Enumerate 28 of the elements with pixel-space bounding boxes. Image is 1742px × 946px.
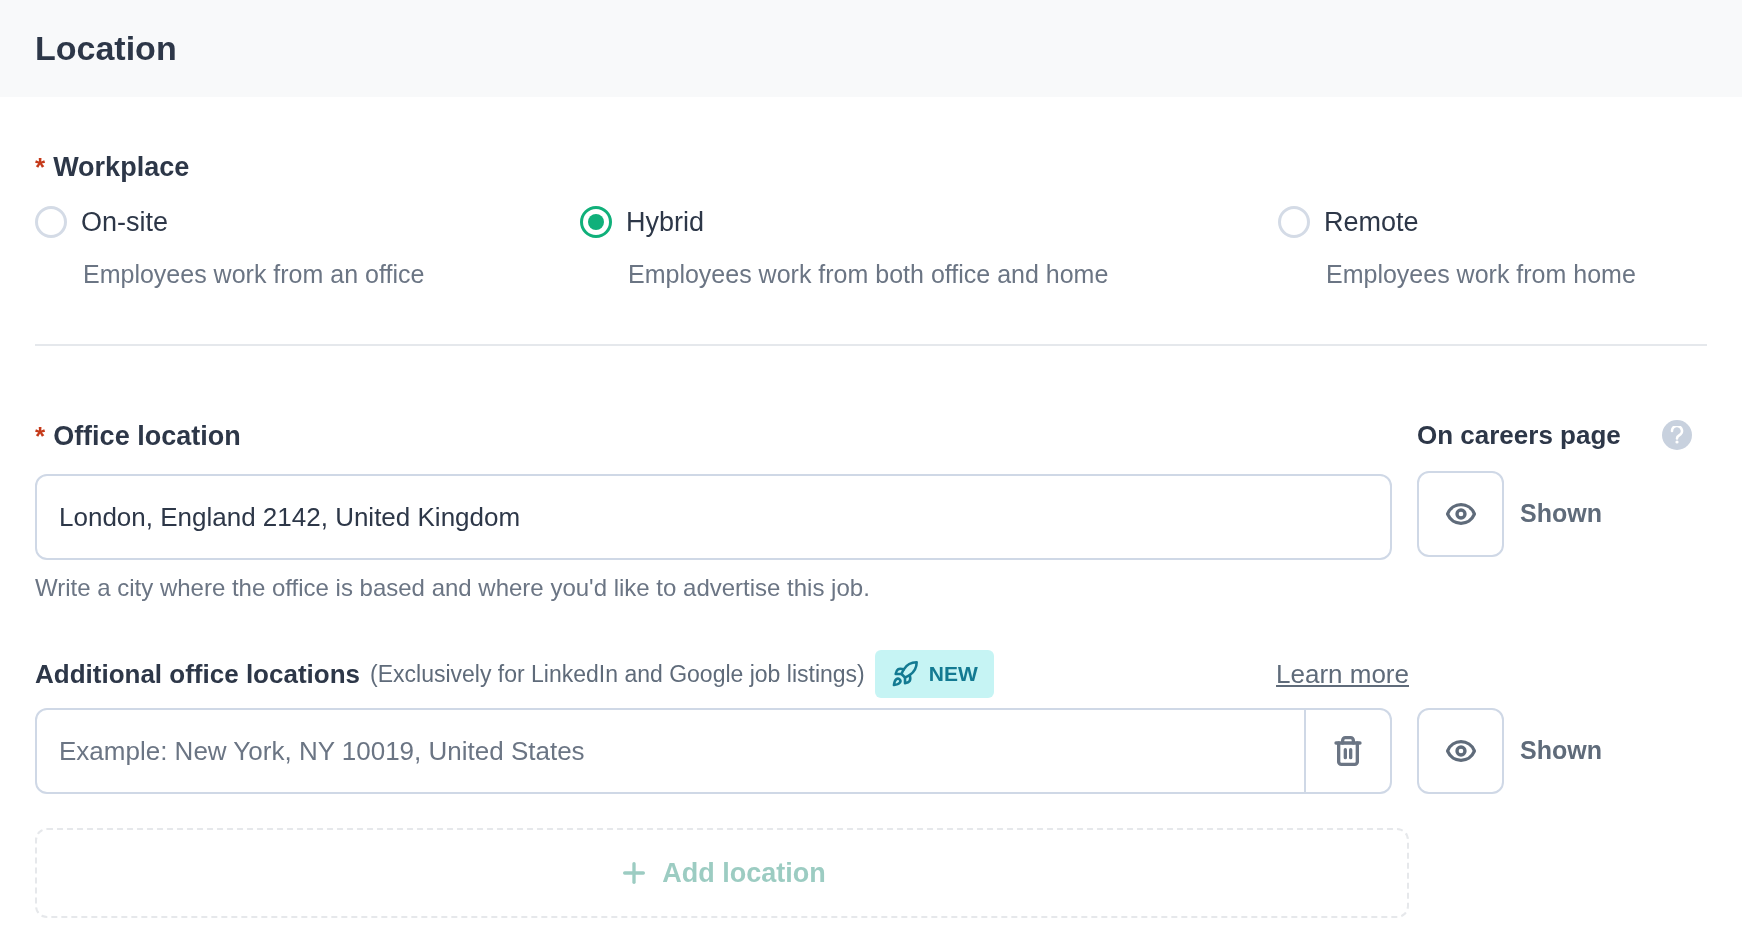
- learn-more-link[interactable]: Learn more: [1276, 654, 1409, 694]
- radio-option[interactable]: Hybrid: [580, 201, 1278, 242]
- section-title: Location: [35, 28, 177, 69]
- option-description: Employees work from both office and home: [628, 259, 1110, 290]
- radio-option[interactable]: Remote: [1278, 201, 1707, 242]
- field-label: Workplace: [53, 151, 190, 184]
- visibility-status: Shown: [1520, 735, 1602, 767]
- delete-button[interactable]: [1306, 708, 1392, 794]
- visibility-status: Shown: [1520, 497, 1602, 529]
- radio-option[interactable]: On-site: [35, 201, 580, 242]
- visibility-toggle[interactable]: [1417, 708, 1504, 794]
- help-icon[interactable]: [1662, 420, 1692, 450]
- visibility-toggle[interactable]: [1417, 470, 1504, 557]
- required-mark: *: [35, 151, 46, 184]
- field-note: (Exclusively for LinkedIn and Google job listings): [370, 659, 865, 689]
- option-description: Employees work from home: [1326, 259, 1637, 290]
- option-description: Employees work from an office: [83, 259, 426, 290]
- new-badge: NEW: [874, 650, 994, 698]
- field-hint: Write a city where the office is based and where you'd like to advertise this job.: [35, 573, 871, 603]
- careers-page-label: On careers page: [1417, 418, 1621, 452]
- additional-location-field[interactable]: Example: New York, NY 10019, United States: [35, 708, 1306, 794]
- field-label: Office location: [53, 419, 241, 453]
- rocket-icon: [890, 660, 919, 688]
- radio-button[interactable]: [580, 205, 612, 238]
- field-label: Additional office locations: [35, 657, 360, 691]
- office-location-field[interactable]: London, England 2142, United Kingdom: [35, 474, 1392, 560]
- trash-icon: [1332, 735, 1364, 767]
- required-mark: *: [35, 419, 46, 453]
